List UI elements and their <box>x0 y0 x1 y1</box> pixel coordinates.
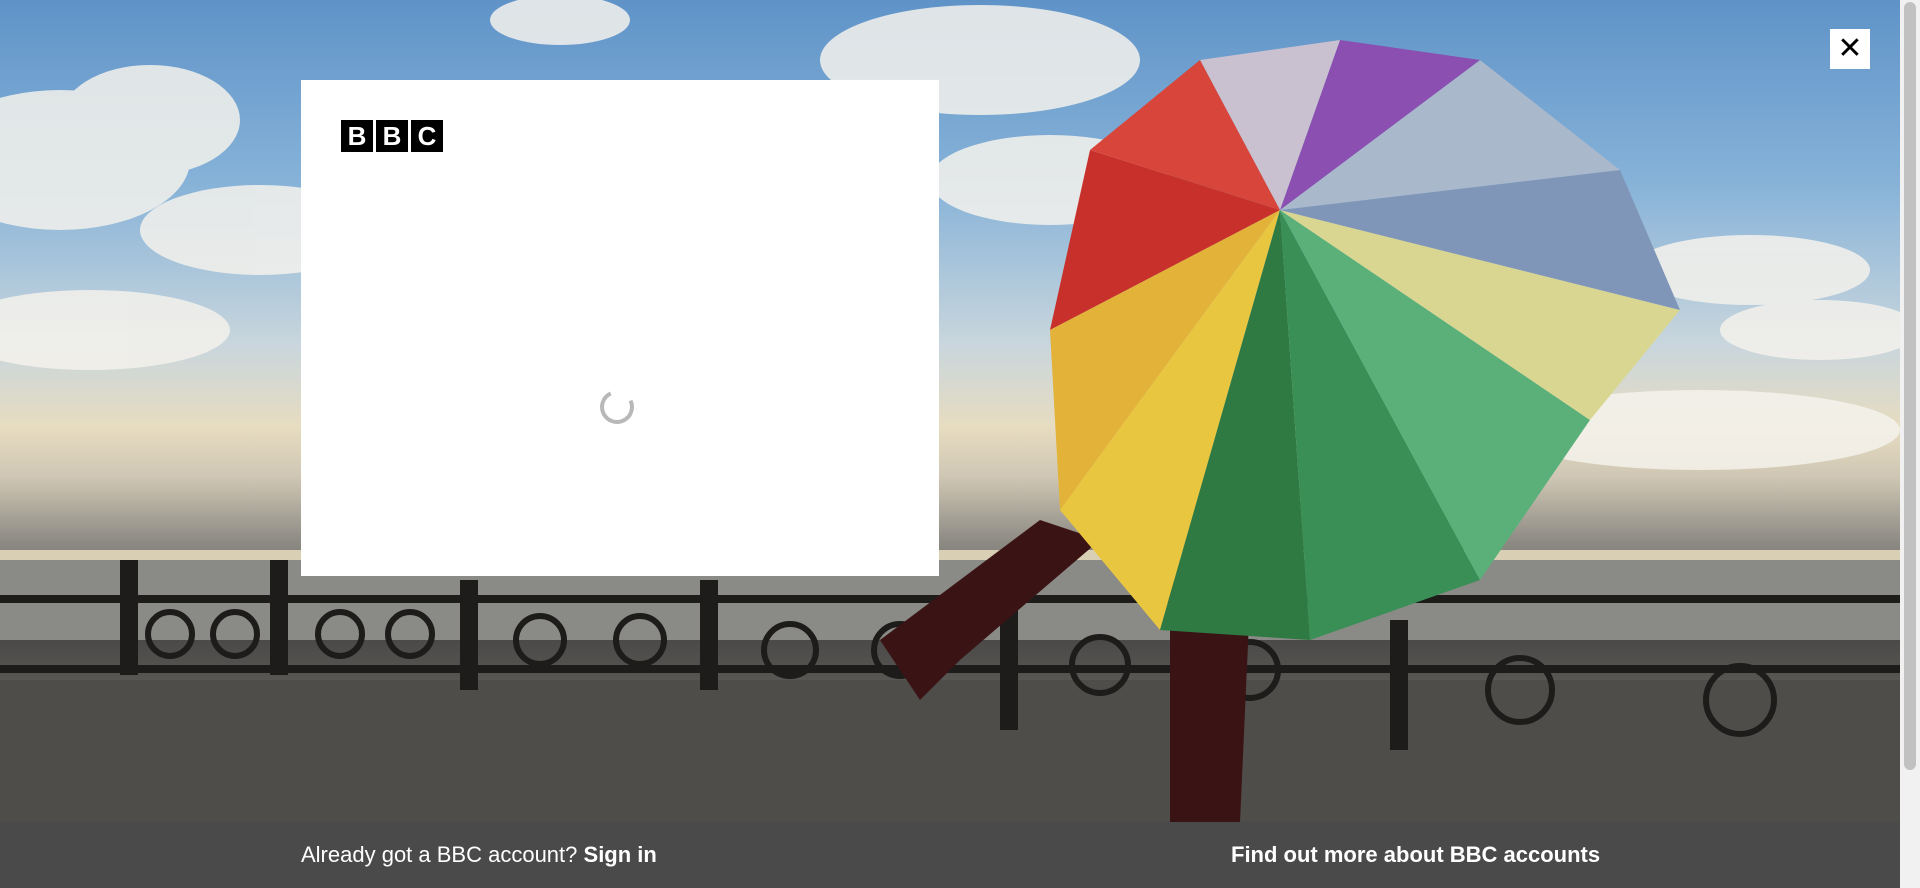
loading-spinner-icon <box>595 385 639 429</box>
close-button[interactable]: ✕ <box>1830 29 1870 69</box>
logo-letter-b1: B <box>341 120 373 152</box>
signin-prompt-text: Already got a BBC account? <box>301 842 578 867</box>
scrollbar-thumb[interactable] <box>1904 2 1916 770</box>
vertical-scrollbar[interactable] <box>1900 0 1920 888</box>
signin-link[interactable]: Sign in <box>584 842 657 867</box>
logo-letter-c: C <box>411 120 443 152</box>
signin-prompt-area: Already got a BBC account? Sign in <box>301 842 657 868</box>
bbc-logo[interactable]: B B C <box>341 120 443 152</box>
find-out-more-link[interactable]: Find out more about BBC accounts <box>1231 842 1600 867</box>
registration-modal: B B C <box>301 80 939 576</box>
find-out-area: Find out more about BBC accounts <box>1231 842 1600 868</box>
close-icon: ✕ <box>1837 31 1863 66</box>
seafront-umbrella-illustration <box>0 0 1900 822</box>
background-photo <box>0 0 1900 822</box>
logo-letter-b2: B <box>376 120 408 152</box>
footer-bar: Already got a BBC account? Sign in Find … <box>0 822 1900 888</box>
